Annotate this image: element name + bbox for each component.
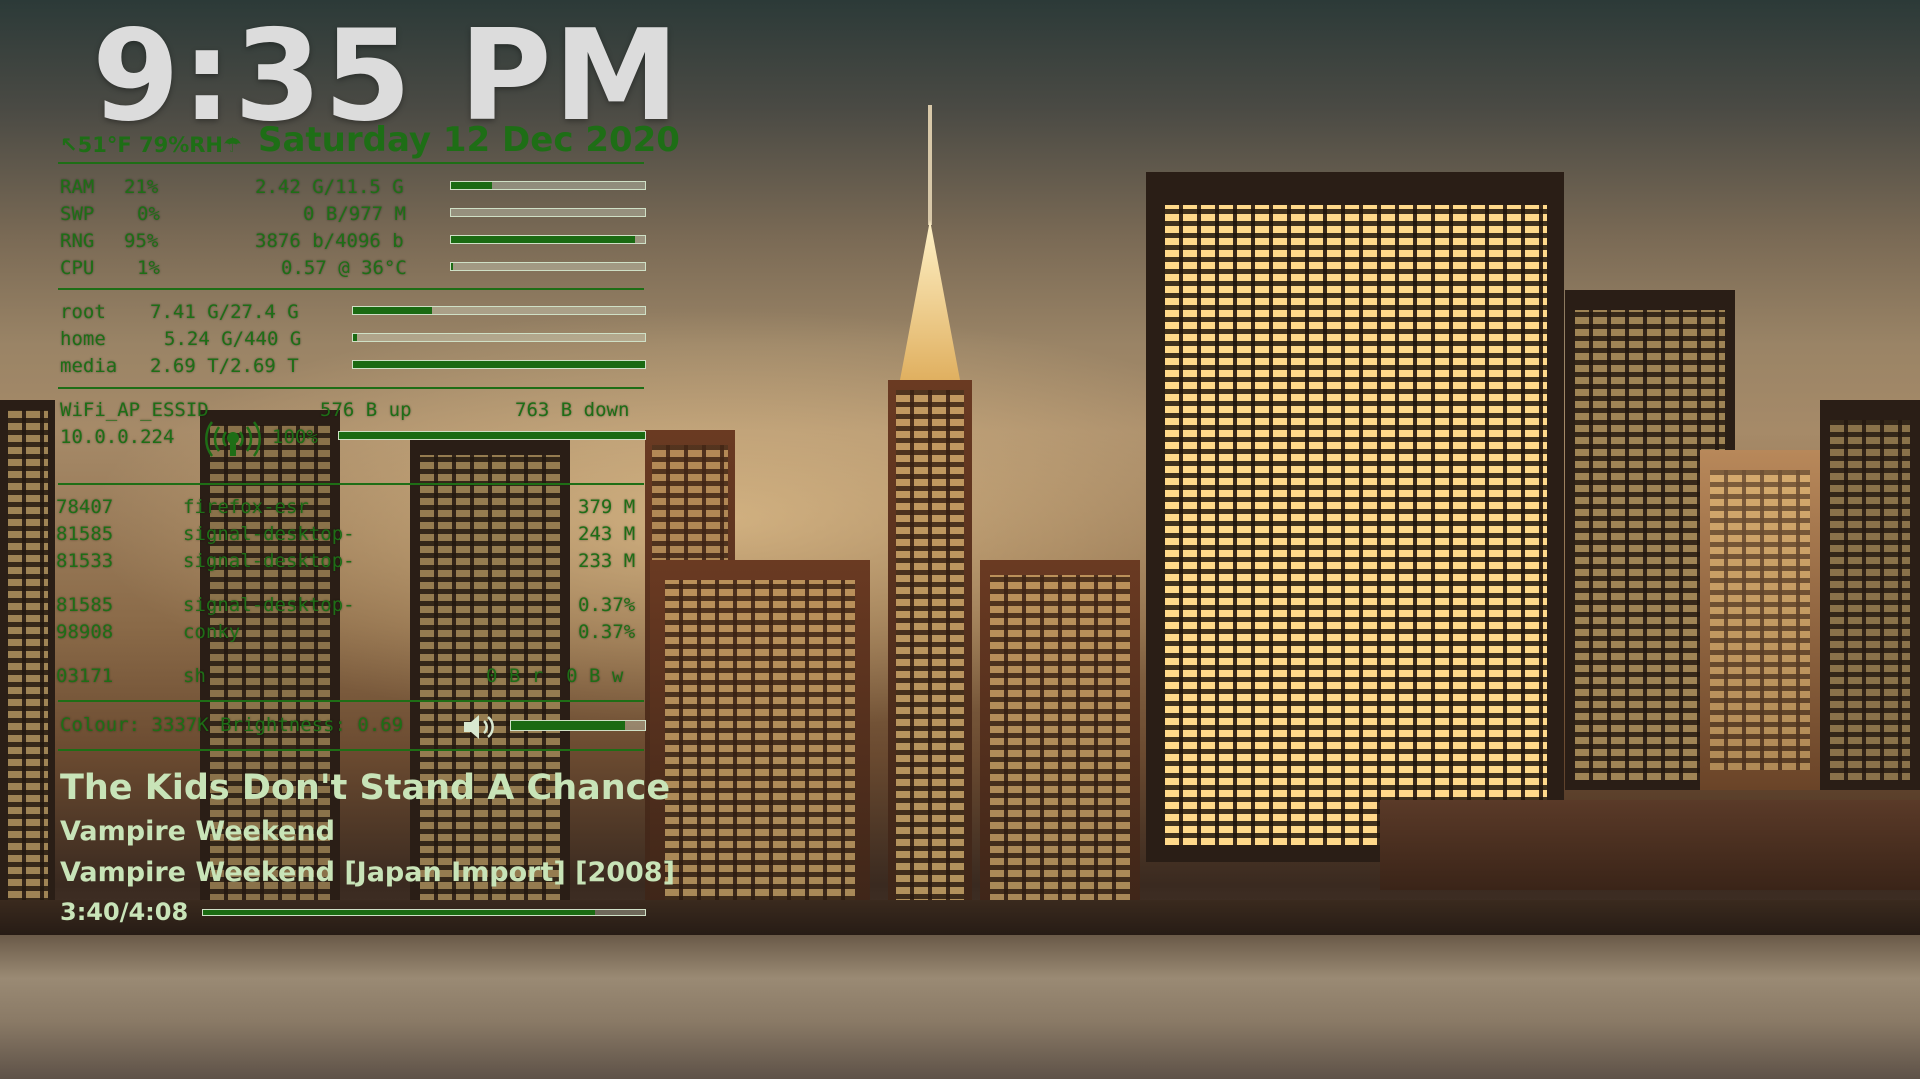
display-settings: Colour: 3337K Brightness: 0.69: [60, 714, 404, 736]
process-name: sh: [183, 665, 206, 687]
disk-label: root: [60, 301, 106, 323]
building: [1830, 420, 1910, 780]
riverbank: [0, 900, 1920, 940]
wifi-signal-icon: [205, 421, 261, 457]
building: [665, 580, 855, 920]
process-name: signal-desktop-: [183, 550, 355, 572]
stat-percent: 21%: [124, 176, 159, 198]
wifi-signal-bar: [338, 431, 646, 440]
disk-detail: 5.24 G/440 G: [164, 328, 302, 350]
stat-detail: 0 B/977 M: [303, 203, 406, 225]
disk-label: home: [60, 328, 106, 350]
divider: [58, 387, 644, 389]
building: [8, 410, 48, 910]
clock-date: Saturday 12 Dec 2020: [258, 120, 680, 160]
song-position: 3:40/4:08: [60, 898, 189, 926]
cpu-bar: [450, 262, 646, 271]
stat-percent: 0%: [137, 203, 160, 225]
song-artist: Vampire Weekend: [60, 816, 335, 847]
process-value: 379 M: [578, 496, 636, 518]
weather-readout: ↖51°F 79%RH☂: [60, 133, 242, 157]
tower-windows: [1165, 205, 1547, 845]
stat-percent: 1%: [137, 257, 160, 279]
waterfront: [1380, 800, 1920, 890]
divider: [58, 749, 644, 751]
spire: [928, 105, 932, 225]
divider: [58, 162, 644, 164]
process-pid: 98908: [56, 621, 114, 643]
stat-label: SWP: [60, 203, 95, 225]
process-pid: 78407: [56, 496, 114, 518]
process-value: 0 B r 0 B w: [486, 665, 624, 687]
building: [1710, 470, 1810, 770]
stat-label: RAM: [60, 176, 95, 198]
song-progress-bar: [202, 909, 646, 916]
disk-detail: 7.41 G/27.4 G: [150, 301, 299, 323]
stat-detail: 0.57 @ 36°C: [281, 257, 407, 279]
divider: [58, 700, 644, 702]
building: [896, 390, 964, 930]
process-value: 243 M: [578, 523, 636, 545]
disk-media-bar: [352, 360, 646, 369]
stat-detail: 3876 b/4096 b: [255, 230, 404, 252]
process-pid: 81533: [56, 550, 114, 572]
stat-percent: 95%: [124, 230, 159, 252]
ram-bar: [450, 181, 646, 190]
disk-label: media: [60, 355, 118, 377]
process-value: 233 M: [578, 550, 636, 572]
divider: [58, 483, 644, 485]
process-name: signal-desktop-: [183, 594, 355, 616]
wifi-signal-percent: 100%: [272, 426, 318, 448]
building: [990, 575, 1130, 925]
process-name: firefox-esr: [183, 496, 309, 518]
speaker-icon: [464, 715, 494, 739]
process-name: signal-desktop-: [183, 523, 355, 545]
process-pid: 81585: [56, 523, 114, 545]
building: [420, 455, 560, 925]
stat-label: RNG: [60, 230, 95, 252]
process-pid: 81585: [56, 594, 114, 616]
process-name: conky: [183, 621, 241, 643]
process-pid: 03171: [56, 665, 114, 687]
disk-home-bar: [352, 333, 646, 342]
volume-bar: [510, 720, 646, 731]
ip-address: 10.0.0.224: [60, 426, 175, 448]
divider: [58, 288, 644, 290]
song-album: Vampire Weekend [Japan Import] [2008]: [60, 857, 675, 888]
song-title: The Kids Don't Stand A Chance: [60, 768, 671, 808]
disk-detail: 2.69 T/2.69 T: [150, 355, 299, 377]
net-down: 763 B down: [515, 399, 630, 421]
process-value: 0.37%: [578, 594, 636, 616]
river: [0, 935, 1920, 1079]
swap-bar: [450, 208, 646, 217]
disk-root-bar: [352, 306, 646, 315]
process-value: 0.37%: [578, 621, 636, 643]
stat-detail: 2.42 G/11.5 G: [255, 176, 404, 198]
rng-bar: [450, 235, 646, 244]
stat-label: CPU: [60, 257, 95, 279]
net-up: 576 B up: [320, 399, 412, 421]
wifi-ssid: WiFi_AP_ESSID: [60, 399, 209, 421]
